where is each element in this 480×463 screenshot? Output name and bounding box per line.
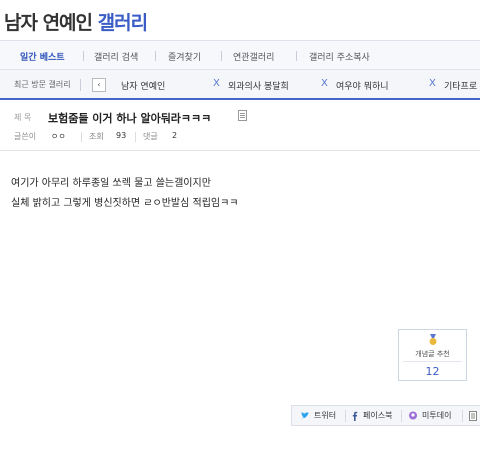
recommend-divider [403, 361, 462, 362]
share-bar: 트위터 페이스북 미투데이 [291, 405, 480, 426]
views-label: 조회 [89, 132, 104, 141]
remove-x-icon[interactable]: X [429, 78, 436, 89]
writer-label: 글쓴이 [14, 132, 37, 141]
comments-label: 댓글 [143, 132, 158, 141]
facebook-icon [352, 411, 358, 421]
recent-gallery-item[interactable]: 여우야 뭐하니 [336, 79, 389, 92]
nav-divider [296, 51, 297, 61]
post-body-line: 실체 밝히고 그렇게 병신짓하면 ㄹㅇ반발심 적립임ㅋㅋ [11, 198, 239, 209]
recommend-count: 12 [425, 365, 440, 378]
nav-related-galleries[interactable]: 연관갤러리 [233, 50, 274, 63]
comments-count: 2 [172, 131, 178, 140]
subject-label: 제 목 [14, 113, 32, 122]
nav-copy-address[interactable]: 갤러리 주소복사 [309, 50, 370, 63]
share-me2day-button[interactable]: 미투데이 [422, 410, 451, 421]
views-count: 93 [116, 131, 127, 140]
me2day-icon [409, 411, 417, 420]
gallery-title-suffix: 갤러리 [97, 12, 148, 34]
recommend-button[interactable]: 개념글 추천 12 [398, 329, 467, 381]
nav-gallery-search[interactable]: 갤러리 검색 [94, 50, 138, 63]
nav-daily-best[interactable]: 일간 베스트 [20, 50, 65, 63]
remove-x-icon[interactable]: X [213, 78, 220, 89]
nav-divider [155, 51, 156, 61]
meta-divider [81, 132, 82, 142]
post-body-line: 여기가 아무리 하루종일 쏘렉 물고 쓸는갤이지만 [11, 178, 211, 189]
recent-gallery-item[interactable]: 외과의사 봉달희 [228, 79, 289, 92]
gallery-nav: 일간 베스트 갤러리 검색 즐겨찾기 연관갤러리 갤러리 주소복사 [0, 40, 480, 70]
recent-galleries-label: 최근 방문 갤러리 [14, 80, 71, 89]
post-body: 여기가 아무리 하루종일 쏘렉 물고 쓸는갤이지만 실체 밝히고 그렇게 병신짓… [11, 174, 239, 214]
remove-x-icon[interactable]: X [321, 78, 328, 89]
share-facebook-button[interactable]: 페이스북 [363, 410, 392, 421]
recent-galleries-bar: 최근 방문 갤러리 ‹ 남자 연예인 X 외과의사 봉달희 X 여우야 뭐하니 … [0, 70, 480, 100]
share-twitter-button[interactable]: 트위터 [314, 410, 336, 421]
document-icon [238, 110, 247, 121]
recent-gallery-item[interactable]: 기타프로 [444, 79, 477, 92]
recommend-label: 개념글 추천 [415, 350, 450, 358]
nav-divider [221, 51, 222, 61]
nav-divider [83, 51, 84, 61]
chevron-left-icon[interactable]: ‹ [92, 78, 106, 92]
writer-name[interactable]: ㅇㅇ [51, 131, 66, 142]
nav-favorites[interactable]: 즐겨찾기 [168, 50, 201, 63]
gallery-title[interactable]: 남자 연예인 갤러리 [4, 8, 148, 35]
more-icon[interactable] [468, 411, 478, 421]
post-header: 제 목 보험줌들 이거 하나 알아둬라ㅋㅋㅋ 글쓴이 ㅇㅇ 조회 93 댓글 2 [0, 101, 480, 151]
gallery-header: 남자 연예인 갤러리 [0, 0, 480, 40]
recent-gallery-item[interactable]: 남자 연예인 [121, 79, 165, 92]
meta-divider [135, 132, 136, 142]
medal-icon [429, 334, 437, 345]
twitter-icon [301, 412, 309, 419]
share-divider [401, 410, 402, 422]
post-title: 보험줌들 이거 하나 알아둬라ㅋㅋㅋ [48, 112, 212, 125]
share-divider [462, 410, 463, 422]
gallery-title-prefix: 남자 연예인 [4, 12, 93, 34]
recent-divider [80, 79, 81, 91]
share-divider [345, 410, 346, 422]
